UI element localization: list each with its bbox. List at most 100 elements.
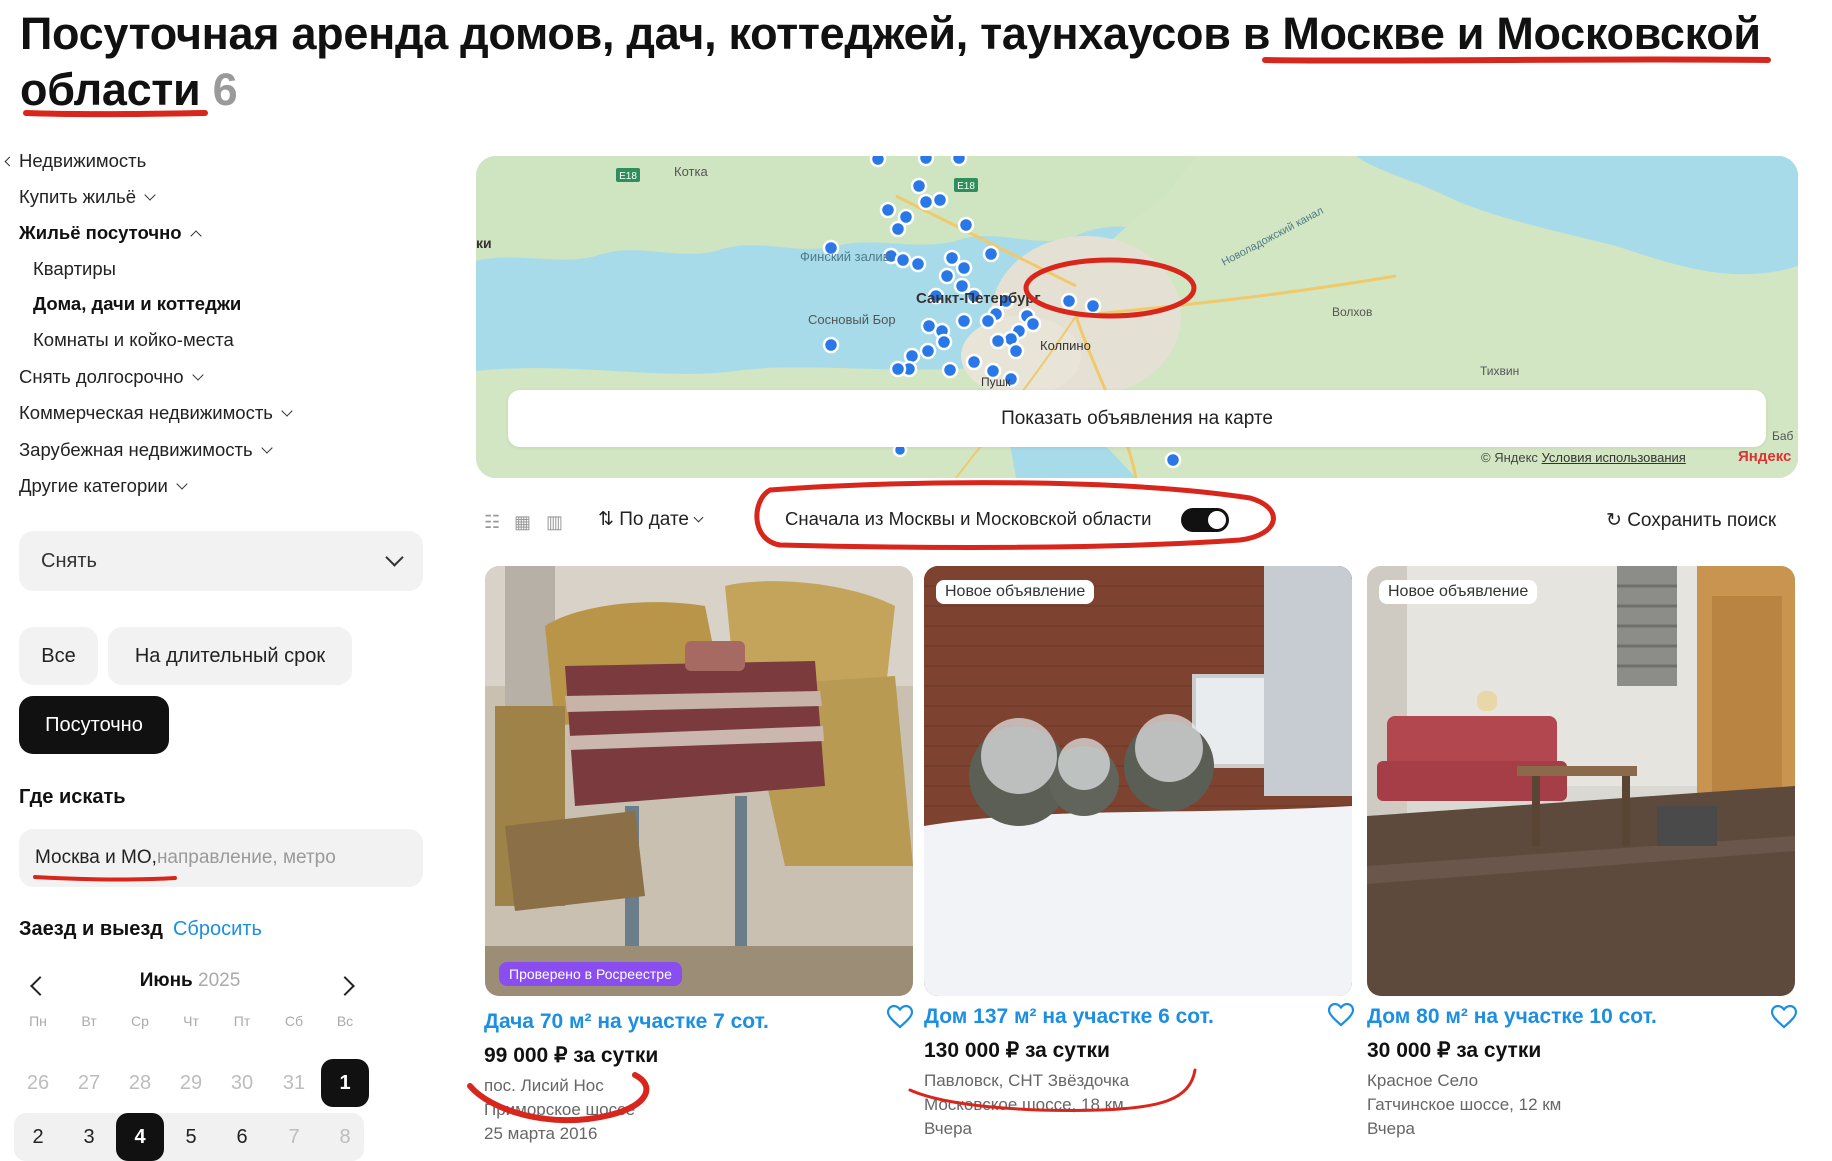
calendar-day: 30 — [230, 1071, 254, 1094]
listing-location: Павловск, СНТ Звёздочка — [924, 1071, 1130, 1090]
weekday-label: Чт — [183, 1013, 199, 1029]
listing-photo[interactable]: Новое объявление — [1367, 566, 1795, 996]
listing-date: 25 марта 2016 — [484, 1124, 598, 1143]
listing-photo-image — [924, 566, 1352, 996]
calendar-day[interactable]: 3 — [65, 1113, 113, 1161]
calendar-day: 29 — [179, 1071, 203, 1094]
where-label: Где искать — [19, 786, 126, 808]
nav-buy[interactable]: Купить жильё — [19, 186, 156, 208]
chevron-up-icon — [189, 230, 202, 242]
listing-location: пос. Лисий Нос — [484, 1076, 604, 1095]
nav-daily-label: Жильё посуточно — [19, 222, 182, 243]
chevron-down-icon — [191, 369, 204, 381]
map-view-icon[interactable]: ▥ — [546, 512, 563, 533]
listing-title-link[interactable]: Дом 80 м² на участке 10 сот. — [1367, 1005, 1657, 1029]
listing-photo-image — [485, 566, 913, 996]
save-search-button[interactable]: ↻ Сохранить поиск — [1606, 509, 1776, 532]
sort-label: По дате — [619, 509, 689, 530]
calendar-day: 28 — [128, 1071, 152, 1094]
page-title-text: Посуточная аренда домов, дач, коттеджей,… — [20, 8, 1761, 115]
listing-title-link[interactable]: Дача 70 м² на участке 7 сот. — [484, 1010, 769, 1034]
moscow-first-toggle[interactable] — [1181, 508, 1229, 532]
show-on-map-button[interactable]: Показать объявления на карте — [508, 390, 1766, 447]
calendar-prev-icon[interactable] — [30, 976, 50, 996]
calendar-month: Июнь 2025 — [135, 970, 245, 992]
calendar-day-selected[interactable]: 4 — [116, 1113, 164, 1161]
deal-type-value: Снять — [41, 549, 97, 572]
map-copyright-text: © Яндекс — [1481, 450, 1538, 465]
map-label-tikhvin: Тихвин — [1480, 364, 1519, 378]
nav-other[interactable]: Другие категории — [19, 475, 188, 497]
calendar-month-name: Июнь — [139, 970, 193, 991]
calendar-day-selected[interactable]: 1 — [321, 1059, 369, 1107]
results-count: 6 — [212, 64, 238, 115]
page-title: Посуточная аренда домов, дач, коттеджей,… — [20, 6, 1820, 118]
calendar-day[interactable]: 6 — [218, 1113, 266, 1161]
grid-view-icon[interactable]: ▦ — [514, 512, 531, 533]
chip-daily[interactable]: Посуточно — [19, 696, 169, 754]
new-listing-badge: Новое объявление — [1379, 580, 1538, 604]
deal-type-select[interactable]: Снять — [19, 531, 423, 591]
listing-price: 30 000 ₽ за сутки — [1367, 1039, 1542, 1062]
calendar-day[interactable]: 5 — [167, 1113, 215, 1161]
reset-dates-link[interactable]: Сбросить — [173, 918, 262, 940]
nav-back-realty[interactable]: Недвижимость — [4, 150, 146, 172]
nav-sub-houses[interactable]: Дома, дачи и коттеджи — [33, 293, 241, 315]
nav-sub-apartments[interactable]: Квартиры — [33, 258, 116, 280]
refresh-icon: ↻ — [1606, 510, 1628, 531]
calendar-day[interactable]: 8 — [321, 1113, 369, 1161]
listing-title-link[interactable]: Дом 137 м² на участке 6 сот. — [924, 1005, 1214, 1029]
listing-photo-image — [1367, 566, 1795, 996]
chevron-down-icon — [385, 547, 404, 567]
nav-buy-label: Купить жильё — [19, 186, 137, 207]
weekday-label: Пт — [233, 1013, 251, 1029]
moscow-first-label: Сначала из Москвы и Московской области — [785, 508, 1152, 529]
listing-date: Вчера — [1367, 1119, 1415, 1138]
list-view-icon[interactable]: ☷ — [484, 512, 500, 533]
map-terms-link[interactable]: Условия использования — [1542, 450, 1686, 465]
location-input[interactable]: Москва и МО, направление, метро — [19, 829, 423, 887]
favorite-heart-icon[interactable] — [1771, 1005, 1797, 1029]
dates-label: Заезд и выезд Сбросить — [19, 918, 262, 941]
listing-location: Красное Село — [1367, 1071, 1479, 1090]
listing-photo[interactable]: Проверено в Росреестре — [485, 566, 913, 996]
sort-dropdown[interactable]: ⇅ По дате — [598, 508, 704, 531]
weekday-label: Ср — [131, 1013, 149, 1029]
favorite-heart-icon[interactable] — [887, 1005, 913, 1029]
nav-abroad[interactable]: Зарубежная недвижимость — [19, 439, 273, 461]
chevron-left-icon — [4, 156, 15, 167]
chevron-down-icon — [260, 442, 273, 454]
nav-sub-rooms[interactable]: Комнаты и койко-места — [33, 329, 234, 351]
sort-icon: ⇅ — [598, 509, 620, 530]
calendar-day: 31 — [282, 1071, 306, 1094]
dates-label-text: Заезд и выезд — [19, 918, 163, 940]
yandex-logo: Яндекс — [1738, 448, 1792, 465]
map-label-fragment: ки — [476, 235, 492, 251]
map-label-sosnovy-bor: Сосновый Бор — [808, 312, 896, 327]
nav-daily[interactable]: Жильё посуточно — [19, 222, 202, 244]
weekday-label: Пн — [29, 1013, 47, 1029]
chevron-down-icon — [144, 189, 156, 201]
map-road-shield-e18: E18 — [619, 171, 637, 182]
listing-photo[interactable]: Новое объявление — [924, 566, 1352, 996]
location-placeholder: направление, метро — [156, 847, 336, 868]
map-road-shield-e18: E18 — [957, 181, 975, 192]
listing-price: 130 000 ₽ за сутки — [924, 1039, 1110, 1062]
verified-badge: Проверено в Росреестре — [499, 962, 682, 986]
chevron-down-icon — [176, 478, 188, 490]
favorite-heart-icon[interactable] — [1328, 1003, 1354, 1027]
chip-long-term[interactable]: На длительный срок — [108, 627, 352, 685]
weekday-label: Сб — [284, 1013, 304, 1029]
calendar-next-icon[interactable] — [335, 976, 355, 996]
map-label-pushkin: Пушк — [981, 375, 1011, 389]
chip-all[interactable]: Все — [19, 627, 98, 685]
map-label-kotka: Котка — [674, 164, 708, 179]
listing-direction: Приморское шоссе — [484, 1100, 636, 1119]
chevron-down-icon — [693, 512, 704, 523]
listing-price: 99 000 ₽ за сутки — [484, 1044, 659, 1067]
weekday-label: Вс — [336, 1013, 354, 1029]
calendar-day[interactable]: 7 — [270, 1113, 318, 1161]
nav-longterm[interactable]: Снять долгосрочно — [19, 366, 204, 388]
calendar-day[interactable]: 2 — [14, 1113, 62, 1161]
nav-commercial[interactable]: Коммерческая недвижимость — [19, 402, 293, 424]
